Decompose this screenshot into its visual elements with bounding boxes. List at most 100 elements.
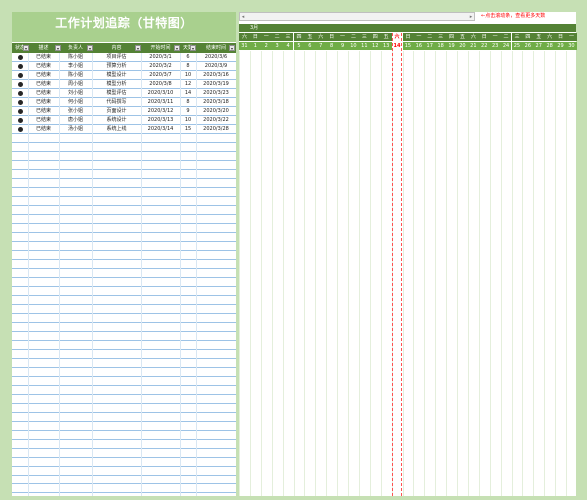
cell-content: 项目评估 <box>106 54 127 60</box>
weekday-cell: 二 <box>348 33 359 41</box>
table-row[interactable] <box>12 323 236 332</box>
filter-dropdown-status[interactable] <box>23 45 29 51</box>
filter-dropdown-owner[interactable] <box>87 45 93 51</box>
header-content: 内容 <box>111 45 122 51</box>
day-gridline <box>533 51 534 496</box>
filter-dropdown-content[interactable] <box>135 45 141 51</box>
table-row[interactable] <box>12 332 236 341</box>
table-row[interactable]: 已结束 张小姐 页面设计 2020/3/12 9 2020/3/20 <box>12 107 236 116</box>
weekday-cell: 三 <box>511 33 523 41</box>
table-row[interactable] <box>12 386 236 395</box>
table-row[interactable] <box>12 368 236 377</box>
date-cell: 23 <box>489 42 501 50</box>
table-row[interactable] <box>12 215 236 224</box>
day-gridline <box>239 51 240 496</box>
table-row[interactable] <box>12 224 236 233</box>
date-cell: 21 <box>467 42 479 50</box>
table-row[interactable] <box>12 314 236 323</box>
filter-dropdown-end-date[interactable] <box>229 45 235 51</box>
weekday-cell: 一 <box>260 33 272 41</box>
day-gridline <box>315 51 316 496</box>
table-row[interactable]: 已结束 何小姐 代码撰写 2020/3/11 8 2020/3/18 <box>12 98 236 107</box>
table-row[interactable] <box>12 233 236 242</box>
day-gridline <box>260 51 262 496</box>
table-row[interactable] <box>12 260 236 269</box>
weekday-cell: 五 <box>380 33 392 41</box>
table-row[interactable]: 已结束 刘小姐 模型评估 2020/3/10 14 2020/3/23 <box>12 89 236 98</box>
table-row[interactable] <box>12 134 236 143</box>
table-row[interactable] <box>12 206 236 215</box>
scroll-right-icon[interactable]: ▸ <box>468 13 474 21</box>
date-cell: 29 <box>555 42 566 50</box>
table-row[interactable]: 已结束 周小姐 模型分析 2020/3/8 12 2020/3/19 <box>12 80 236 89</box>
table-row[interactable] <box>12 341 236 350</box>
table-row[interactable] <box>12 440 236 449</box>
date-cell: 26 <box>522 42 534 50</box>
table-row[interactable] <box>12 251 236 260</box>
table-row[interactable] <box>12 305 236 314</box>
date-cell: 25 <box>511 42 523 50</box>
weekday-cell: 二 <box>271 33 283 41</box>
table-row[interactable] <box>12 242 236 251</box>
table-row[interactable] <box>12 350 236 359</box>
cell-start: 2020/3/2 <box>149 63 172 69</box>
table-row[interactable]: 已结束 陈小姐 模型设计 2020/3/7 10 2020/3/16 <box>12 71 236 80</box>
table-row[interactable]: 已结束 李小姐 预算分析 2020/3/2 8 2020/3/9 <box>12 62 236 71</box>
table-row[interactable] <box>12 485 236 493</box>
table-row[interactable] <box>12 458 236 467</box>
table-row[interactable] <box>12 143 236 152</box>
date-cell: 22 <box>478 42 490 50</box>
table-row[interactable] <box>12 188 236 197</box>
table-row[interactable] <box>12 404 236 413</box>
cell-content: 系统上线 <box>106 126 127 132</box>
cell-status: 已结束 <box>35 117 51 123</box>
table-row[interactable] <box>12 422 236 431</box>
table-row[interactable] <box>12 395 236 404</box>
table-row[interactable] <box>12 152 236 161</box>
weekday-cell: 日 <box>402 33 414 41</box>
filter-dropdown-description[interactable] <box>55 45 61 51</box>
table-row[interactable] <box>12 476 236 484</box>
table-row[interactable]: 已结束 汤小姐 系统上线 2020/3/14 15 2020/3/28 <box>12 125 236 134</box>
table-row[interactable] <box>12 170 236 179</box>
column-divider <box>59 53 60 496</box>
column-divider <box>28 53 29 496</box>
cell-end: 2020/3/22 <box>203 117 229 123</box>
weekday-cell: 五 <box>304 33 316 41</box>
cell-start: 2020/3/11 <box>147 99 174 105</box>
cell-start: 2020/3/1 <box>149 54 172 60</box>
table-row[interactable]: 已结束 陈小姐 项目评估 2020/3/1 6 2020/3/6 <box>12 53 236 62</box>
cell-status: 已结束 <box>35 54 51 60</box>
filter-dropdown-days[interactable] <box>190 45 196 51</box>
table-row[interactable] <box>12 287 236 296</box>
table-row[interactable] <box>12 431 236 440</box>
date-cell: 31 <box>239 42 250 50</box>
status-dot-icon <box>18 91 23 96</box>
weekday-cell: 日 <box>249 33 261 41</box>
scroll-left-icon[interactable]: ◂ <box>240 13 246 21</box>
weekday-cell: 一 <box>489 33 501 41</box>
weekday-cell: 六 <box>239 33 250 41</box>
table-row[interactable] <box>12 359 236 368</box>
table-row[interactable] <box>12 179 236 188</box>
date-cell: 18 <box>435 42 447 50</box>
horizontal-scrollbar[interactable]: ◂ ▸ <box>239 12 475 21</box>
table-row[interactable] <box>12 197 236 206</box>
table-row[interactable] <box>12 377 236 386</box>
table-row[interactable] <box>12 161 236 170</box>
date-cell: 5 <box>293 42 305 50</box>
table-row[interactable] <box>12 449 236 458</box>
table-row[interactable] <box>12 278 236 287</box>
cell-end: 2020/3/6 <box>204 54 228 60</box>
cell-days: 8 <box>186 63 190 69</box>
table-row[interactable] <box>12 296 236 305</box>
weekday-cell: 日 <box>555 33 566 41</box>
status-dot-icon <box>18 109 23 114</box>
day-gridline <box>478 51 480 496</box>
table-row[interactable] <box>12 413 236 422</box>
table-row[interactable] <box>12 269 236 278</box>
table-row[interactable]: 已结束 唐小姐 系统设计 2020/3/13 10 2020/3/22 <box>12 116 236 125</box>
filter-dropdown-start-date[interactable] <box>174 45 180 51</box>
day-gridline <box>566 51 567 496</box>
table-row[interactable] <box>12 467 236 476</box>
